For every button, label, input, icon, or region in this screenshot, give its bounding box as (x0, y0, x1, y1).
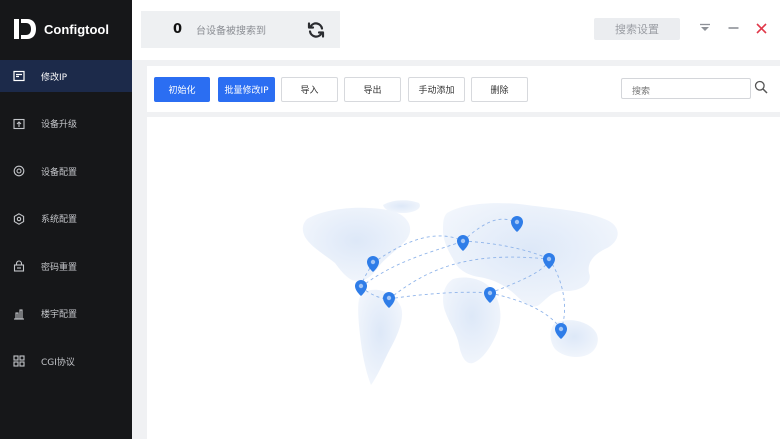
search-icon[interactable] (754, 80, 768, 94)
init-button[interactable]: 初始化 (154, 77, 210, 102)
device-count-panel: 0 台设备被搜索到 (141, 11, 340, 48)
export-button[interactable]: 导出 (344, 77, 401, 102)
import-button[interactable]: 导入 (281, 77, 338, 102)
brand: Configtool (12, 14, 109, 44)
sidebar-nav: 修改IP 设备升级 设备配置 系统配置 密码重置 楼宇配置 CGI协议 (0, 60, 132, 393)
building-chart-icon (12, 307, 25, 320)
device-count: 0 (173, 22, 183, 37)
sidebar-item-label: 设备升级 (41, 120, 78, 130)
minimize-icon[interactable] (726, 20, 740, 36)
device-count-label: 台设备被搜索到 (196, 26, 266, 37)
sidebar-item-modify-ip[interactable]: 修改IP (0, 60, 132, 92)
search-box (621, 78, 751, 102)
menu-dropdown-icon[interactable] (698, 20, 712, 36)
app-logo-icon (14, 19, 36, 39)
sidebar-item-device-config[interactable]: 设备配置 (0, 155, 132, 187)
sidebar-item-label: 设备配置 (41, 167, 78, 178)
sidebar-item-cgi-protocol[interactable]: CGI协议 (0, 345, 132, 377)
delete-button[interactable]: 删除 (471, 77, 528, 102)
action-toolbar: 初始化 批量修改IP 导入 导出 手动添加 删除 (147, 66, 780, 112)
grid-protocol-icon (12, 355, 25, 368)
sidebar-item-label: 楼宇配置 (41, 310, 78, 320)
sidebar-item-system-config[interactable]: 系统配置 (0, 203, 132, 235)
refresh-icon[interactable] (306, 20, 326, 40)
sidebar-item-password-reset[interactable]: 密码重置 (0, 250, 132, 282)
world-map-illustration (302, 200, 618, 385)
sidebar-item-label: 修改IP (41, 72, 68, 83)
sidebar-item-device-upgrade[interactable]: 设备升级 (0, 108, 132, 140)
target-icon (12, 165, 25, 178)
continents (302, 200, 618, 385)
sidebar-item-label: 密码重置 (41, 262, 78, 273)
close-icon[interactable] (754, 20, 768, 36)
manual-add-button[interactable]: 手动添加 (408, 77, 465, 102)
edit-box-icon (12, 70, 25, 83)
app-name: Configtool (44, 21, 109, 37)
sidebar: Configtool 修改IP 设备升级 设备配置 系统配置 密码重置 楼宇配置… (0, 0, 132, 439)
sidebar-item-label: 系统配置 (41, 215, 78, 225)
search-settings-button[interactable]: 搜索设置 (594, 18, 680, 40)
sidebar-item-label: CGI协议 (41, 357, 75, 368)
search-input[interactable] (622, 82, 750, 102)
batch-modify-ip-button[interactable]: 批量修改IP (218, 77, 275, 102)
device-list-area (147, 117, 780, 439)
top-bar: 0 台设备被搜索到 搜索设置 (132, 0, 780, 60)
lock-reset-icon (12, 260, 25, 273)
sidebar-item-building-config[interactable]: 楼宇配置 (0, 298, 132, 330)
upload-icon (12, 117, 25, 130)
hexagon-gear-icon (12, 212, 25, 225)
